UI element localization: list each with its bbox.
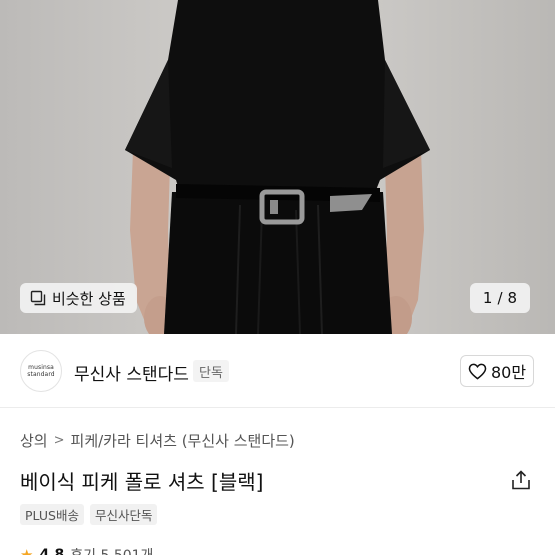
share-icon[interactable]: [510, 469, 532, 491]
brand-logo[interactable]: musinsa standard: [20, 350, 62, 392]
rating-row[interactable]: ★ 4.8 후기 5,501개: [20, 545, 153, 555]
product-tags: PLUS배송 무신사단독: [20, 504, 158, 525]
breadcrumb: 상의 > 피케/카라 티셔츠 (무신사 스탠다드): [20, 430, 295, 451]
brand-row: musinsa standard 무신사 스탠다드 단독 80만: [0, 334, 555, 408]
image-pager: 1 / 8: [470, 283, 530, 313]
like-count: 80만: [490, 363, 527, 382]
similar-icon: [30, 290, 46, 306]
brand-logo-line2: standard: [27, 371, 55, 378]
tag-musinsa-exclusive: 무신사단독: [89, 504, 158, 525]
brand-name-link[interactable]: 무신사 스탠다드: [74, 360, 189, 385]
heart-icon: [468, 363, 487, 380]
pager-current: 1: [482, 289, 493, 307]
like-button[interactable]: 80만: [460, 355, 534, 387]
brand-logo-line1: musinsa: [28, 364, 54, 371]
product-image-gallery[interactable]: 비슷한 상품 1 / 8: [0, 0, 555, 334]
rating-score: 4.8: [39, 547, 65, 555]
similar-products-button[interactable]: 비슷한 상품: [20, 283, 137, 313]
pager-separator: /: [497, 289, 503, 307]
similar-products-label: 비슷한 상품: [52, 289, 126, 308]
pager-total: 8: [507, 289, 518, 307]
review-count: 후기 5,501개: [70, 545, 153, 555]
star-icon: ★: [20, 546, 34, 555]
product-title: 베이식 피케 폴로 셔츠 [블랙]: [20, 470, 264, 494]
tag-plus-delivery: PLUS배송: [20, 504, 84, 525]
chevron-right-icon: >: [53, 433, 65, 448]
exclusive-badge: 단독: [193, 360, 229, 382]
breadcrumb-subcategory[interactable]: 피케/카라 티셔츠 (무신사 스탠다드): [71, 430, 295, 451]
breadcrumb-category[interactable]: 상의: [20, 430, 48, 451]
